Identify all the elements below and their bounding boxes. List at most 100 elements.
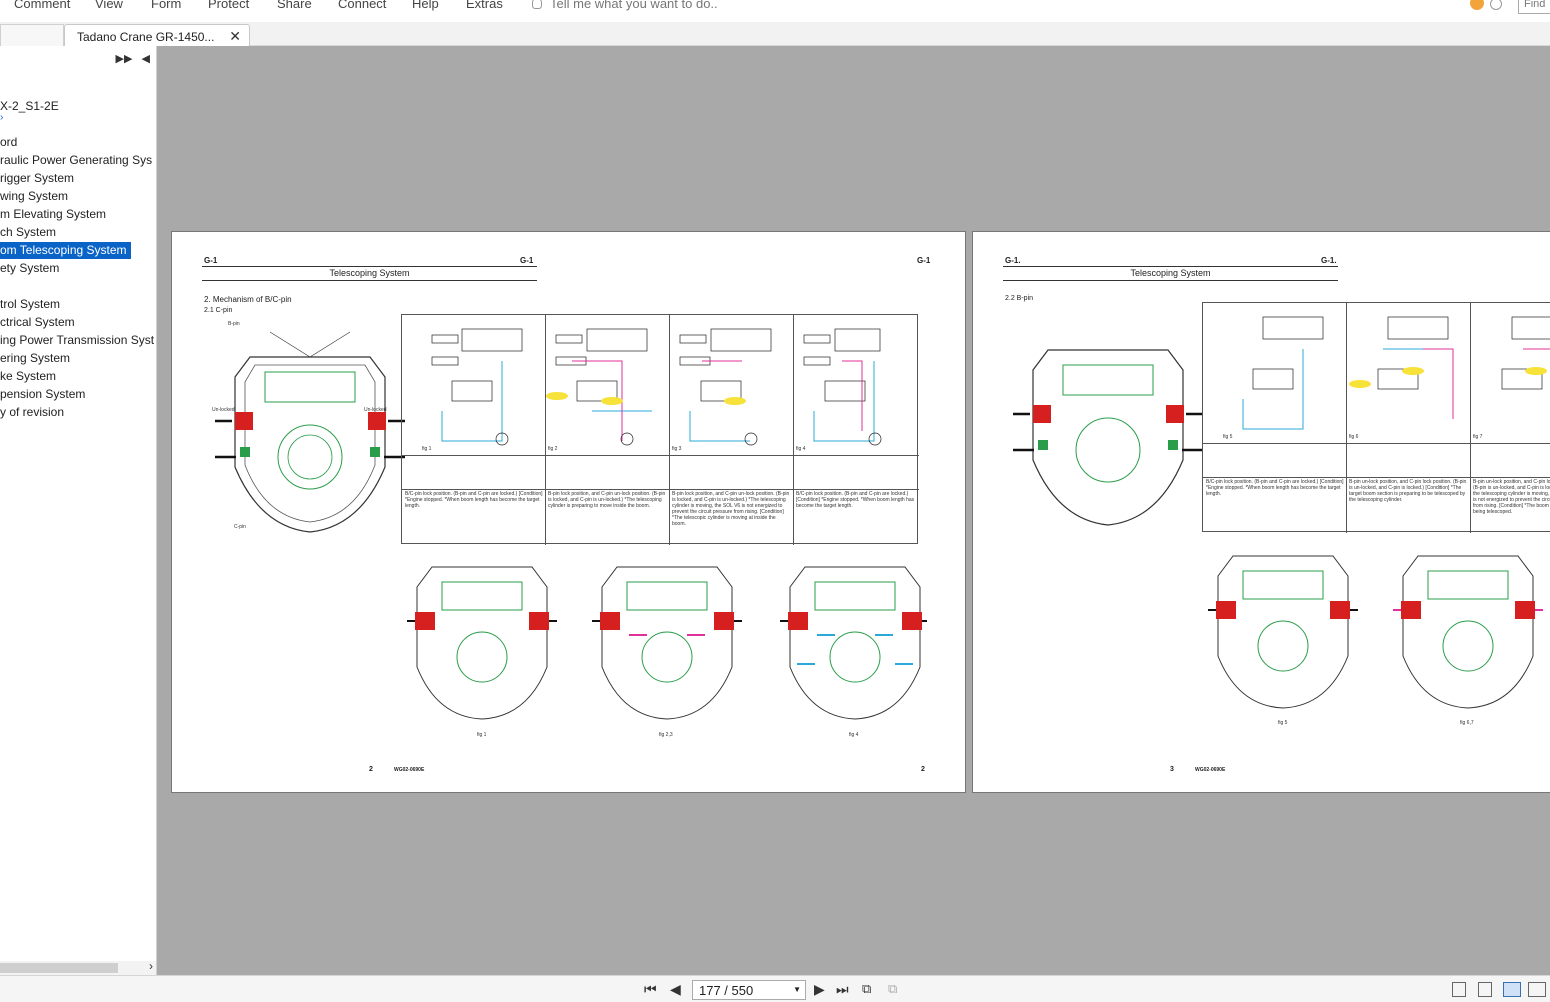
doc-code: WG02-0690E	[1195, 767, 1226, 773]
lightbulb-icon	[532, 0, 542, 9]
bookmark-item[interactable]: trol System	[0, 296, 63, 313]
header-rule	[1003, 266, 1338, 267]
label-c-pin: C-pin	[234, 524, 246, 530]
bookmark-item[interactable]: ering System	[0, 350, 73, 367]
panel-label: fig 4	[796, 446, 806, 452]
bookmark-item[interactable]: ety System	[0, 260, 62, 277]
valve-circuits	[1242, 316, 1550, 430]
status-bar: ⏮ ◀ 177 / 550 ▼ ▶ ⏭ ⧉ ⧉	[0, 975, 1550, 1002]
bookmark-item[interactable]: m Elevating System	[0, 206, 109, 223]
tab-start[interactable]	[0, 24, 64, 46]
facing-view-icon[interactable]	[1503, 982, 1521, 997]
pdf-page-3: G-1. G-1. Telescoping System 2.2 B-pin f…	[972, 231, 1550, 793]
caption: B/C-pin lock position. (B-pin and C-pin …	[1206, 479, 1344, 497]
panel-label: fig 7	[1473, 434, 1483, 440]
search-icon[interactable]	[1490, 0, 1502, 10]
collapse-panel-icon[interactable]: ◀	[142, 53, 150, 65]
menu-view[interactable]: View	[95, 0, 123, 11]
bookmark-item[interactable]: ord	[0, 134, 20, 151]
section-heading: 2. Mechanism of B/C-pin	[204, 295, 292, 304]
panel-label: fig 1	[422, 446, 432, 452]
page-title: Telescoping System	[1130, 268, 1211, 278]
find-input[interactable]: Find	[1518, 0, 1550, 14]
menu-connect[interactable]: Connect	[338, 0, 386, 11]
subsection-heading: 2.1 C-pin	[204, 307, 233, 314]
caption: B-pin un-lock position, and C-pin lock p…	[1349, 479, 1467, 503]
figure-label: fig 4	[849, 732, 859, 738]
menu-bar: Comment View Form Protect Share Connect …	[0, 0, 1550, 22]
hydraulic-schematic-table: fig 5 fig 6 fig 7 B/C-pin lock position.…	[1202, 302, 1550, 533]
menu-share[interactable]: Share	[277, 0, 312, 11]
document-tab[interactable]: Tadano Crane GR-1450... ✕	[64, 24, 250, 47]
panel-horizontal-scrollbar[interactable]: ›	[0, 959, 156, 975]
menu-form[interactable]: Form	[151, 0, 181, 11]
next-view-icon[interactable]: ⧉	[888, 981, 897, 997]
bookmark-item[interactable]: y of revision	[0, 404, 67, 421]
bookmark-item[interactable]: wing System	[0, 188, 71, 205]
caption: B-pin un-lock position, and C-pin lock p…	[1473, 479, 1550, 515]
caption: B-pin lock position, and C-pin un-lock p…	[548, 491, 666, 509]
label-unlocked: Un-locked	[364, 407, 387, 413]
label-unlocked: Un-locked	[212, 407, 235, 413]
single-page-view-icon[interactable]	[1452, 982, 1466, 997]
pdf-page-2: G-1 G-1 G-1 Telescoping System 2. Mechan…	[171, 231, 966, 793]
page-number: 2	[369, 766, 373, 773]
figure-label: fig 6,7	[1460, 720, 1474, 726]
boom-figures-row	[1208, 555, 1543, 709]
tab-strip: Tadano Crane GR-1450... ✕	[0, 22, 1550, 47]
page-section-right: G-1	[917, 256, 931, 265]
document-tab-title: Tadano Crane GR-1450...	[77, 30, 215, 44]
document-canvas[interactable]: G-1 G-1 G-1 Telescoping System 2. Mechan…	[157, 46, 1550, 975]
expand-panel-icon[interactable]: ▶▶	[116, 53, 133, 65]
bookmark-item-selected[interactable]: om Telescoping System	[0, 242, 131, 259]
previous-page-icon[interactable]: ◀	[670, 981, 681, 998]
menu-protect[interactable]: Protect	[208, 0, 249, 11]
tell-me-search[interactable]: Tell me what you want to do..	[532, 0, 718, 11]
chevron-down-icon[interactable]: ▼	[793, 985, 801, 994]
caption: B/C-pin lock position. (B-pin and C-pin …	[796, 491, 915, 509]
panel-label: fig 5	[1223, 434, 1233, 440]
bookmark-item[interactable]: ing Power Transmission Syst	[0, 332, 156, 349]
top-right-tools	[1470, 0, 1502, 15]
label-b-pin: B-pin	[228, 321, 240, 327]
continuous-view-icon[interactable]	[1478, 982, 1492, 997]
boom-section-diagram	[1013, 349, 1203, 526]
menu-extras[interactable]: Extras	[466, 0, 503, 11]
menu-help[interactable]: Help	[412, 0, 439, 11]
figure-label: fig 2,3	[659, 732, 673, 738]
bookmark-item[interactable]: pension System	[0, 386, 88, 403]
header-rule	[1003, 280, 1338, 281]
page-number-input[interactable]: 177 / 550 ▼	[692, 980, 806, 1000]
last-page-icon[interactable]: ⏭	[836, 981, 849, 998]
close-tab-icon[interactable]: ✕	[229, 28, 241, 45]
scroll-right-icon[interactable]: ›	[149, 959, 153, 973]
bookmark-item[interactable]: ke System	[0, 368, 59, 385]
bookmark-item[interactable]: ch System	[0, 224, 59, 241]
page-section-mid: G-1	[520, 256, 534, 265]
page-section-left: G-1.	[1005, 256, 1021, 265]
page-section-mid: G-1.	[1321, 256, 1337, 265]
header-rule	[202, 266, 537, 267]
bookmarks-panel: ▶▶ ◀ › X-2_S1-2E ord raulic Power Genera…	[0, 46, 157, 975]
valve-circuits	[431, 328, 882, 446]
section-heading: 2.2 B-pin	[1005, 295, 1034, 302]
bookmark-item[interactable]: X-2_S1-2E	[0, 98, 62, 115]
tell-me-text: Tell me what you want to do..	[550, 0, 718, 11]
panel-label: fig 3	[672, 446, 682, 452]
continuous-facing-view-icon[interactable]	[1528, 982, 1546, 997]
favorite-icon[interactable]	[1470, 0, 1484, 10]
panel-label: fig 6	[1349, 434, 1359, 440]
next-page-icon[interactable]: ▶	[814, 981, 825, 998]
scrollbar-thumb[interactable]	[0, 963, 118, 973]
panel-label: fig 2	[548, 446, 558, 452]
menu-comment[interactable]: Comment	[14, 0, 70, 11]
bookmark-item[interactable]: raulic Power Generating Sys	[0, 152, 155, 169]
bookmark-item[interactable]: ctrical System	[0, 314, 78, 331]
doc-code: WG02-0690E	[394, 767, 425, 773]
bookmark-item[interactable]: rigger System	[0, 170, 77, 187]
previous-view-icon[interactable]: ⧉	[862, 981, 871, 997]
first-page-icon[interactable]: ⏮	[644, 981, 657, 998]
caption: B/C-pin lock position. (B-pin and C-pin …	[405, 491, 543, 509]
page-title: Telescoping System	[329, 268, 410, 278]
panel-tools: ▶▶ ◀	[116, 52, 150, 65]
